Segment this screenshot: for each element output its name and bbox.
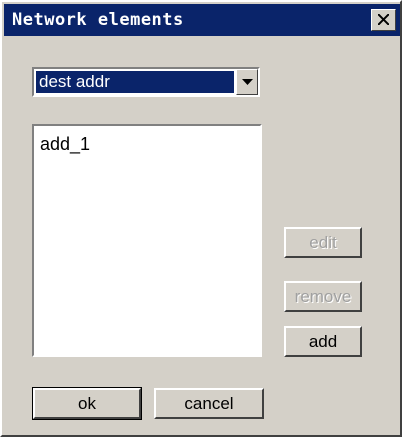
- cancel-button[interactable]: cancel: [154, 388, 264, 419]
- remove-button[interactable]: remove: [284, 281, 362, 312]
- ok-button[interactable]: ok: [32, 387, 142, 420]
- edit-button[interactable]: edit: [284, 227, 362, 258]
- window-title: Network elements: [12, 10, 184, 30]
- dropdown-button[interactable]: [236, 69, 258, 95]
- list-item[interactable]: add_1: [40, 134, 90, 155]
- title-bar: Network elements: [4, 4, 400, 36]
- element-type-select[interactable]: dest addr: [32, 67, 260, 97]
- close-icon: [378, 14, 389, 25]
- elements-listbox[interactable]: add_1: [32, 124, 262, 357]
- close-button[interactable]: [371, 9, 396, 31]
- chevron-down-icon: [242, 79, 253, 85]
- element-type-value: dest addr: [36, 71, 234, 93]
- add-button[interactable]: add: [284, 326, 362, 357]
